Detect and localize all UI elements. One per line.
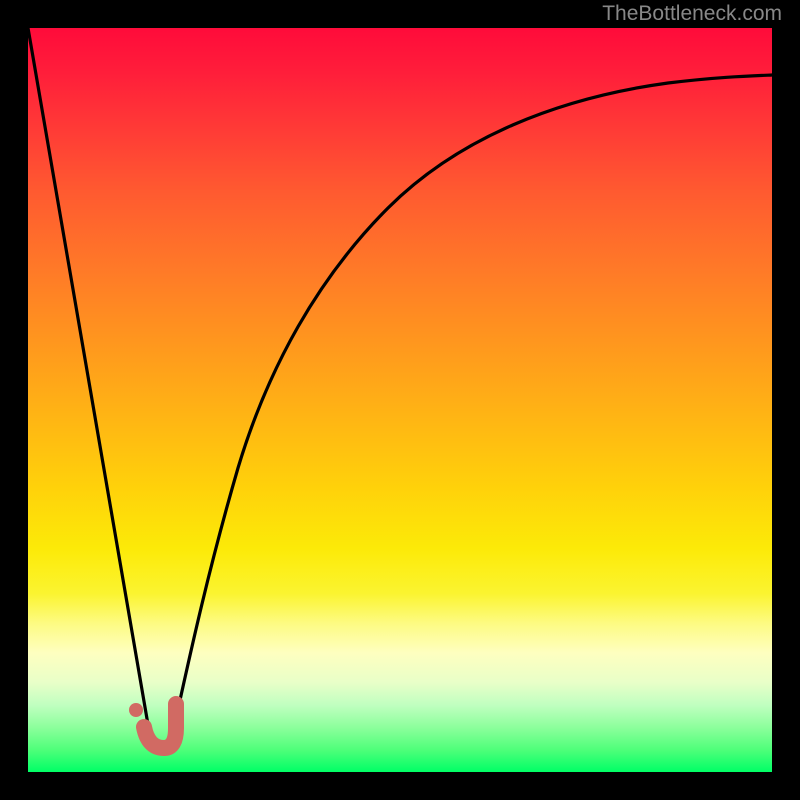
plot-area <box>28 28 772 772</box>
marker-hook-layer <box>28 28 772 772</box>
marker-hook <box>144 704 176 748</box>
attribution-text: TheBottleneck.com <box>602 2 782 26</box>
